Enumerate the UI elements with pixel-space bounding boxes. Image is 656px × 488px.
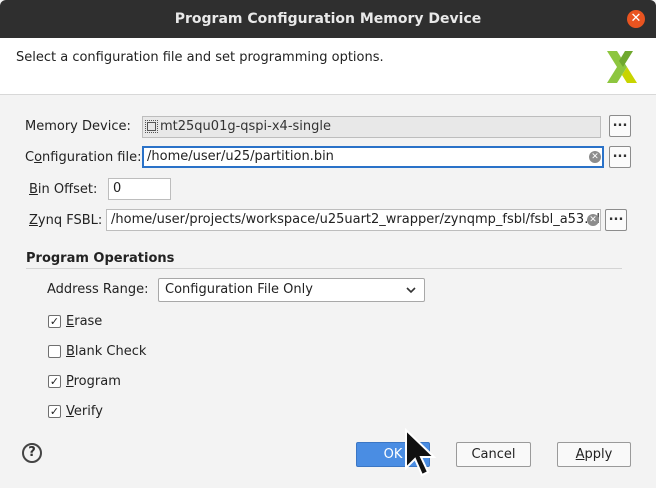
config-file-input[interactable]: /home/user/u25/partition.bin <box>142 146 604 168</box>
blank-check-label: Blank Check <box>66 344 147 359</box>
header-description: Select a configuration file and set prog… <box>16 50 384 65</box>
address-range-value: Configuration File Only <box>165 282 313 297</box>
memory-device-field: mt25qu01g-qspi-x4-single <box>142 116 601 138</box>
verify-label: Verify <box>66 404 103 419</box>
zynq-fsbl-browse-button[interactable]: ... <box>605 209 627 231</box>
zynq-fsbl-input[interactable]: /home/user/projects/workspace/u25uart2_w… <box>106 209 601 231</box>
help-button[interactable]: ? <box>22 443 42 463</box>
close-button[interactable]: ✕ <box>627 10 645 28</box>
address-range-label: Address Range: <box>47 282 149 297</box>
zynq-fsbl-label: Zynq FSBL: <box>29 213 103 228</box>
mouse-cursor-icon <box>405 428 437 477</box>
config-file-browse-button[interactable]: ... <box>609 146 631 168</box>
verify-checkbox[interactable]: ✓ <box>48 405 61 418</box>
window-title: Program Configuration Memory Device <box>174 11 482 27</box>
dialog-header: Select a configuration file and set prog… <box>0 38 656 95</box>
bin-offset-label: Bin Offset: <box>29 182 98 197</box>
erase-label: Erase <box>66 314 103 329</box>
cancel-button[interactable]: Cancel <box>456 442 531 467</box>
apply-button[interactable]: Apply <box>557 442 631 467</box>
section-title: Program Operations <box>26 251 175 266</box>
clear-icon[interactable]: ✕ <box>587 214 599 226</box>
memory-device-value: mt25qu01g-qspi-x4-single <box>160 119 331 134</box>
chip-icon <box>145 120 158 133</box>
address-range-select[interactable]: Configuration File Only <box>158 278 425 302</box>
divider <box>26 268 622 269</box>
erase-checkbox[interactable]: ✓ <box>48 315 61 328</box>
close-icon: ✕ <box>630 11 642 26</box>
config-file-label: Configuration file: <box>25 150 142 165</box>
xilinx-logo-icon <box>607 51 637 83</box>
blank-check-checkbox[interactable] <box>48 345 61 358</box>
title-bar: Program Configuration Memory Device ✕ <box>0 0 656 38</box>
memory-device-label: Memory Device: <box>25 119 131 134</box>
chevron-down-icon <box>406 287 416 294</box>
program-checkbox[interactable]: ✓ <box>48 375 61 388</box>
program-label: Program <box>66 374 121 389</box>
bin-offset-input[interactable]: 0 <box>108 178 171 200</box>
memory-device-browse-button[interactable]: ... <box>609 115 631 137</box>
clear-icon[interactable]: ✕ <box>589 151 601 163</box>
